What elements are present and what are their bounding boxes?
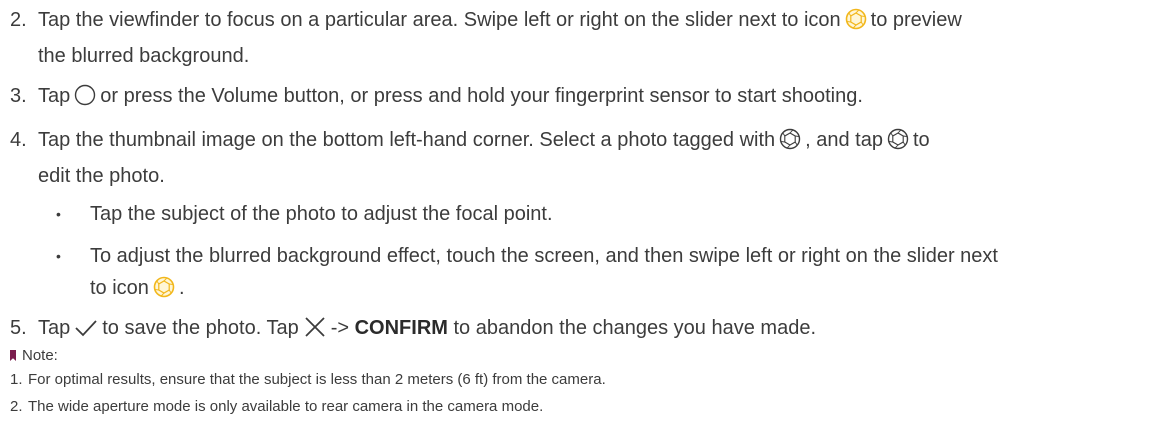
note-item-2: 2. The wide aperture mode is only availab… bbox=[10, 398, 544, 415]
note-item-1: 1. For optimal results, ensure that the s… bbox=[10, 371, 606, 388]
shutter-circle-icon bbox=[74, 84, 96, 116]
bullet-text: To adjust the blurred background effect,… bbox=[90, 240, 1136, 308]
aperture-icon bbox=[887, 128, 909, 160]
step-2: 2. Tap the viewfinder to focus on a part… bbox=[10, 4, 1130, 72]
step-number: 2. bbox=[10, 9, 27, 31]
bullet-text: Tap the subject of the photo to adjust t… bbox=[90, 203, 553, 225]
step-5: 5. Tap to save the photo. Tap -> CONFIRM t… bbox=[10, 312, 1130, 348]
aperture-icon bbox=[845, 8, 867, 40]
step-text: Tap the viewfinder to focus on a particu… bbox=[38, 8, 962, 67]
note-heading: Note: bbox=[10, 346, 58, 366]
close-x-icon bbox=[303, 316, 327, 348]
sub-bullet-1: • Tap the subject of the photo to adjust… bbox=[56, 198, 1136, 230]
note-flag-icon bbox=[10, 350, 16, 361]
sub-bullet-2: • To adjust the blurred background effec… bbox=[56, 240, 1136, 308]
aperture-icon bbox=[153, 276, 175, 308]
step-4: 4. Tap the thumbnail image on the bottom… bbox=[10, 124, 1130, 192]
step-3: 3. Tap or press the Volume button, or pre… bbox=[10, 80, 1130, 116]
bullet-dot: • bbox=[56, 206, 61, 222]
instruction-page: 2. Tap the viewfinder to focus on a part… bbox=[0, 0, 1153, 432]
step-number: 3. bbox=[10, 85, 27, 107]
step-number: 4. bbox=[10, 129, 27, 151]
step-number: 5. bbox=[10, 317, 27, 339]
checkmark-icon bbox=[74, 316, 98, 348]
aperture-icon bbox=[779, 128, 801, 160]
confirm-label: CONFIRM bbox=[354, 317, 448, 339]
step-text: Tap to save the photo. Tap -> CONFIRM to a… bbox=[38, 312, 1130, 348]
step-text: Tap or press the Volume button, or press … bbox=[38, 80, 1130, 116]
step-text: Tap the thumbnail image on the bottom le… bbox=[38, 128, 930, 187]
bullet-dot: • bbox=[56, 248, 61, 264]
